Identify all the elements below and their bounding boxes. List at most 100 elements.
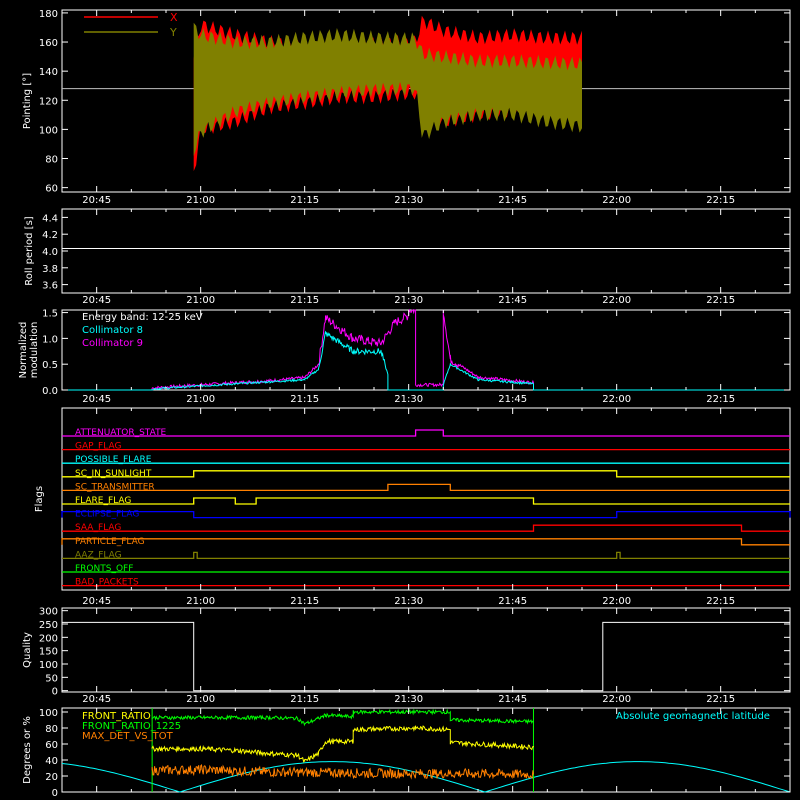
pointing-ytick-label: 60 <box>45 184 58 195</box>
modulation-ytick-label: 0.0 <box>42 386 58 397</box>
quality-ytick-label: 150 <box>39 647 58 658</box>
pointing-ytick-label: 120 <box>39 96 58 107</box>
legend-x-label: X <box>170 11 178 24</box>
time-tick-label: 21:15 <box>290 295 319 306</box>
max-det-vs-tot-line <box>151 763 534 780</box>
ratios-ytick-label: 80 <box>45 724 58 735</box>
time-tick-label: 21:45 <box>498 596 527 607</box>
time-tick-label: 22:00 <box>602 195 631 206</box>
flag-line-sc-transmitter <box>62 483 790 492</box>
time-tick-label: 22:15 <box>706 295 735 306</box>
time-tick-label: 22:15 <box>706 694 735 705</box>
time-tick-label: 20:45 <box>82 694 111 705</box>
quality-line <box>62 621 790 692</box>
flags-plot-frame <box>61 407 791 591</box>
flags-ylabel: Flags <box>34 486 45 512</box>
ratios-ytick-label: 60 <box>45 740 58 751</box>
modulation-ylabel: Normalizedmodulation <box>18 322 40 379</box>
time-tick-label: 22:00 <box>602 694 631 705</box>
flag-line-attenuator-state <box>62 429 790 437</box>
roll-period-plot-frame <box>61 208 791 294</box>
ratios-ytick-label: 0 <box>52 788 58 799</box>
quality-plot-frame <box>61 607 791 693</box>
pointing-series <box>62 15 790 172</box>
time-tick-label: 21:45 <box>498 195 527 206</box>
time-tick-label: 22:15 <box>706 394 735 405</box>
legend-collimator-9: Collimator 9 <box>82 338 143 349</box>
modulation-ytick-label: 1.5 <box>42 309 58 320</box>
time-tick-label: 21:30 <box>394 295 423 306</box>
legend-max-det-vs-tot: MAX_DET_VS_TOT <box>82 731 174 742</box>
front-ratio-1225-line <box>151 708 534 727</box>
quality-ytick-label: 250 <box>39 620 58 631</box>
roll-period-ytick-label: 4.2 <box>42 230 58 241</box>
pointing-ytick-label: 140 <box>39 67 58 78</box>
energy-band-annotation: Energy band: 12-25 keV <box>82 312 203 323</box>
stix-quicklook-figure: 20:45 21:00 21:15 21:30 21:45 22:00 22:15 20:45… <box>18 9 791 799</box>
roll-period-ytick-label: 4.4 <box>42 213 58 224</box>
pointing-ytick-label: 180 <box>39 9 58 20</box>
flag-line-sc-in-sunlight <box>62 470 790 478</box>
quality-ytick-label: 300 <box>39 607 58 618</box>
time-tick-label: 21:30 <box>394 596 423 607</box>
time-tick-label: 22:15 <box>706 596 735 607</box>
modulation-legend: Energy band: 12-25 keV Collimator 8 Coll… <box>82 312 203 349</box>
roll-period-ytick-label: 3.8 <box>42 264 58 275</box>
flag-line-particle-flag <box>61 538 790 546</box>
roll-period-ytick-label: 3.6 <box>42 281 58 292</box>
time-tick-label: 21:00 <box>186 694 215 705</box>
quality-ylabel: Quality <box>22 632 33 668</box>
quality-series <box>62 621 790 692</box>
time-tick-label: 21:15 <box>290 195 319 206</box>
time-tick-label: 21:45 <box>498 694 527 705</box>
flag-line-saa-flag <box>62 524 790 532</box>
time-tick-label: 21:00 <box>186 394 215 405</box>
quality-ytick-label: 0 <box>52 687 58 698</box>
ratios-ytick-label: 40 <box>45 756 58 767</box>
legend-collimator-8: Collimator 8 <box>82 325 143 336</box>
flag-line-flare-flag <box>62 497 790 505</box>
time-tick-label: 22:15 <box>706 195 735 206</box>
time-tick-label: 21:30 <box>394 195 423 206</box>
flag-series: ATTENUATOR_STATEGAP_FLAGPOSSIBLE_FLARESC… <box>61 428 791 588</box>
time-tick-label: 21:45 <box>498 295 527 306</box>
time-tick-label: 21:45 <box>498 394 527 405</box>
quality-ytick-label: 200 <box>39 633 58 644</box>
time-tick-label: 21:15 <box>290 394 319 405</box>
time-tick-label: 21:30 <box>394 694 423 705</box>
flag-line-eclipse-flag <box>61 510 791 519</box>
collimator-8-line <box>62 330 790 391</box>
modulation-ytick-label: 1.0 <box>42 334 58 345</box>
roll-period-ylabel: Roll period [s] <box>24 216 35 285</box>
time-tick-label: 22:00 <box>602 394 631 405</box>
pointing-ylabel: Pointing [°] <box>22 73 33 129</box>
time-tick-label: 22:00 <box>602 295 631 306</box>
time-tick-label: 21:15 <box>290 694 319 705</box>
ratios-ytick-label: 20 <box>45 772 58 783</box>
time-tick-label: 21:00 <box>186 596 215 607</box>
time-tick-label: 21:15 <box>290 596 319 607</box>
modulation-ytick-label: 0.5 <box>42 360 58 371</box>
time-tick-label: 20:45 <box>82 394 111 405</box>
pointing-ytick-label: 160 <box>39 38 58 49</box>
front-ratio-line <box>151 725 534 763</box>
svg-text:Normalizedmodulation: Normalizedmodulation <box>18 322 40 379</box>
quality-ytick-label: 100 <box>39 660 58 671</box>
pointing-ytick-label: 100 <box>39 125 58 136</box>
ratios-ytick-label: 100 <box>39 708 58 719</box>
time-tick-label: 21:30 <box>394 394 423 405</box>
time-tick-label: 21:00 <box>186 295 215 306</box>
time-tick-label: 22:00 <box>602 596 631 607</box>
time-tick-label: 21:00 <box>186 195 215 206</box>
time-tick-label: 20:45 <box>82 195 111 206</box>
time-tick-label: 20:45 <box>82 295 111 306</box>
quality-ytick-label: 50 <box>45 673 58 684</box>
legend-y-label: Y <box>169 26 177 39</box>
pointing-ytick-label: 80 <box>45 155 58 166</box>
legend-geomagnetic-latitude: Absolute geomagnetic latitude <box>616 711 770 722</box>
roll-period-ytick-label: 4.0 <box>42 247 58 258</box>
ratios-ylabel: Degrees or % <box>22 716 33 784</box>
time-tick-label: 20:45 <box>82 596 111 607</box>
flag-line-aaz-flag <box>62 551 790 560</box>
pointing-legend: X Y <box>84 11 178 39</box>
